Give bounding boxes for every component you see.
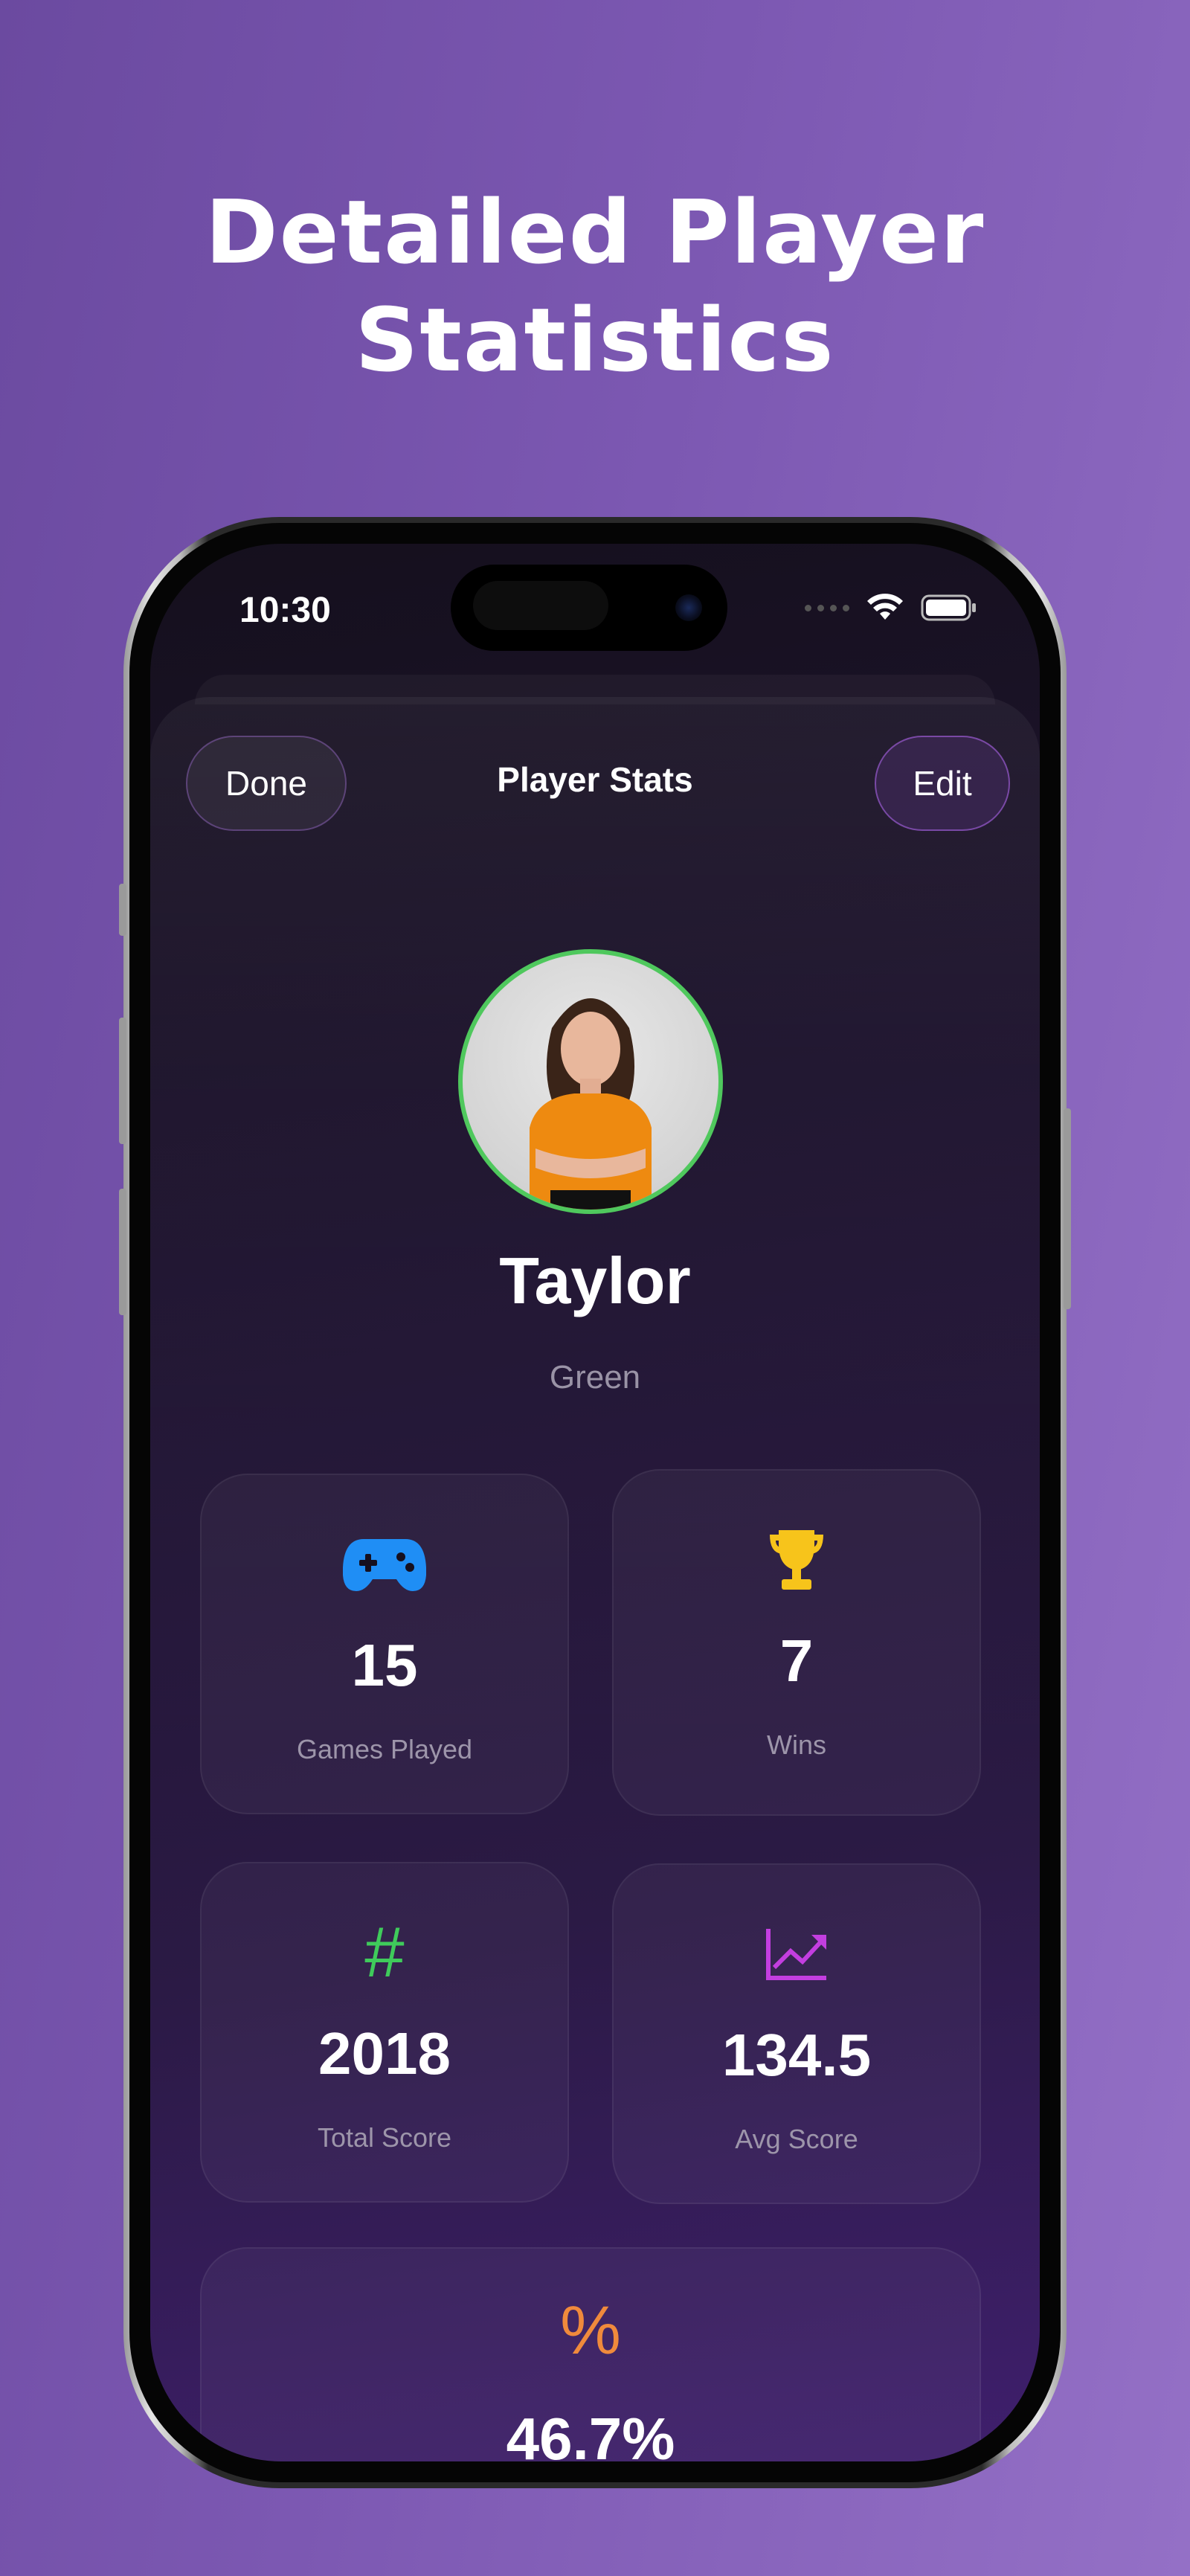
power-button: [1064, 1108, 1071, 1309]
signal-icon: [805, 604, 849, 611]
action-button: [119, 884, 126, 936]
stat-value: 15: [351, 1632, 418, 1698]
stat-card-games-played: 15 Games Played: [200, 1474, 569, 1814]
dynamic-island: [451, 565, 727, 651]
stat-card-total-score: # 2018 Total Score: [200, 1862, 569, 2203]
stat-value: 134.5: [721, 2022, 872, 2088]
avatar: [458, 949, 723, 1214]
stat-label: Total Score: [317, 2122, 452, 2153]
marketing-headline: Detailed Player Statistics: [0, 179, 1190, 394]
stat-label: Games Played: [296, 1734, 473, 1764]
battery-icon: [921, 594, 976, 621]
avatar-photo: [530, 998, 652, 1210]
wifi-icon: [867, 594, 903, 620]
stat-value: 46.7%: [506, 2406, 675, 2461]
camera-icon: [675, 594, 702, 621]
phone-bezel: 10:30 Done Player Stats Edit Taylor Gree…: [129, 523, 1061, 2482]
player-name: Taylor: [499, 1244, 691, 1317]
chart-trend-icon: [766, 1929, 826, 1980]
hashtag-icon: #: [364, 1912, 405, 1992]
headline-line-2: Statistics: [355, 289, 835, 391]
player-color: Green: [549, 1359, 641, 1395]
trophy-icon: [770, 1530, 823, 1590]
status-icons: [805, 593, 977, 623]
status-time: 10:30: [239, 591, 331, 630]
volume-down-button: [119, 1189, 126, 1315]
stat-value: 7: [779, 1628, 814, 1694]
edit-button[interactable]: Edit: [875, 736, 1010, 831]
phone-screen: 10:30 Done Player Stats Edit Taylor Gree…: [150, 544, 1040, 2461]
gamepad-icon: [343, 1539, 426, 1591]
volume-up-button: [119, 1018, 126, 1144]
headline-line-1: Detailed Player: [205, 181, 985, 283]
stat-card-wins: 7 Wins: [612, 1469, 981, 1816]
percent-icon: %: [560, 2293, 621, 2368]
stat-card-avg-score: 134.5 Avg Score: [612, 1863, 981, 2204]
island-sensor: [473, 581, 608, 630]
stat-label: Avg Score: [735, 2124, 858, 2154]
stat-label: Wins: [767, 1729, 826, 1760]
stat-card-win-rate: % 46.7%: [200, 2247, 981, 2461]
phone-frame: 10:30 Done Player Stats Edit Taylor Gree…: [123, 517, 1067, 2488]
stat-value: 2018: [318, 2020, 451, 2087]
